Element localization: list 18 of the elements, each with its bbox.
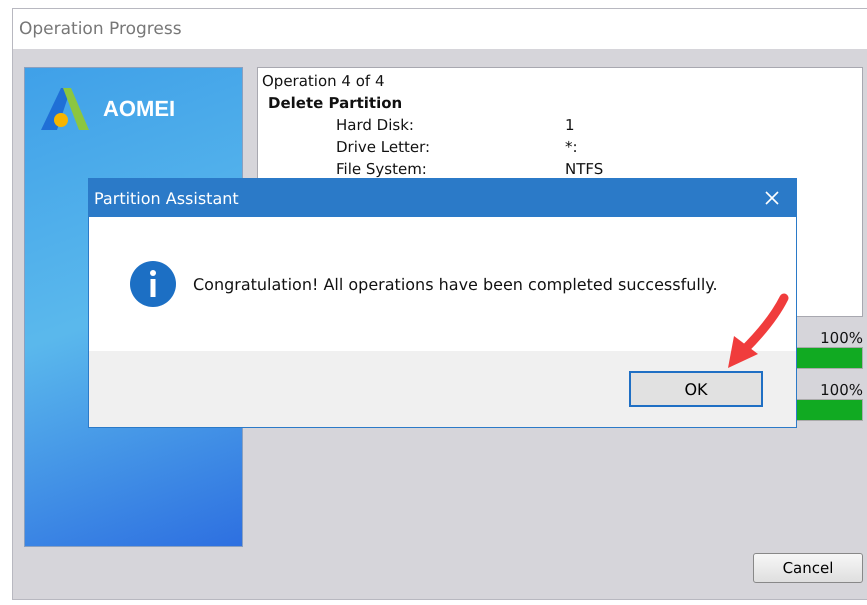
- info-icon: [129, 260, 177, 308]
- operation-header: Operation 4 of 4: [262, 71, 386, 92]
- dialog-title: Partition Assistant: [94, 188, 239, 208]
- detail-value: NTFS: [565, 159, 604, 180]
- cancel-button[interactable]: Cancel: [753, 553, 863, 583]
- progress-percent: 100%: [820, 381, 863, 399]
- detail-label: Drive Letter:: [336, 137, 432, 158]
- detail-label: Hard Disk:: [336, 115, 415, 136]
- ok-button[interactable]: OK: [629, 371, 763, 407]
- detail-label: File System:: [336, 159, 428, 180]
- detail-value: 1: [565, 115, 575, 136]
- operation-name: Delete Partition: [267, 93, 404, 114]
- window-title: Operation Progress: [19, 19, 182, 39]
- detail-value: *:: [565, 137, 578, 158]
- logo-text: AOMEI: [103, 96, 176, 122]
- close-icon[interactable]: [764, 190, 780, 206]
- progress-percent: 100%: [820, 329, 863, 347]
- dialog-message: Congratulation! All operations have been completed successfully.: [193, 274, 718, 294]
